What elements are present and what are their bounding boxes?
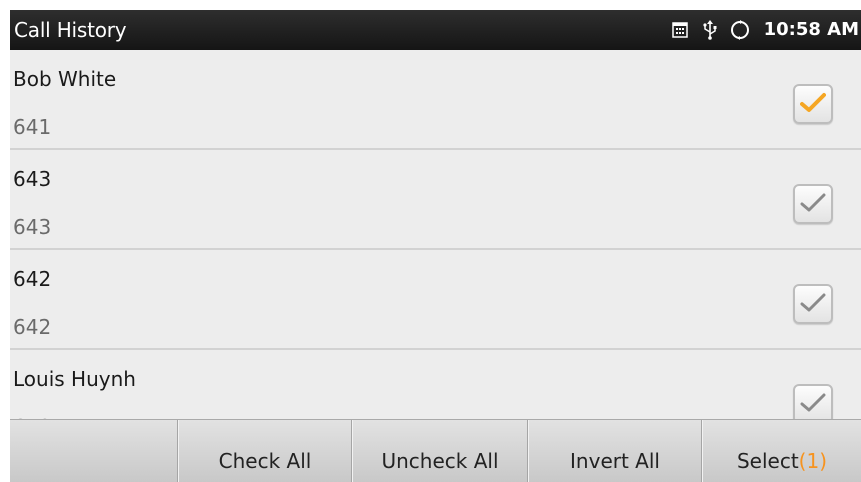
caller-name: 642 xyxy=(13,267,52,291)
checkbox-unchecked[interactable] xyxy=(793,384,833,419)
select-button[interactable]: Select (1) xyxy=(702,420,861,482)
checkmark-icon xyxy=(800,293,826,312)
check-all-button[interactable]: Check All xyxy=(178,420,352,482)
status-bar: Call History 10:58 AM xyxy=(10,10,861,50)
caller-name: Louis Huynh xyxy=(13,367,136,391)
list-item[interactable]: 643 643 xyxy=(10,150,861,250)
usb-icon xyxy=(700,20,720,40)
caller-name: Bob White xyxy=(13,67,117,91)
checkbox-checked[interactable] xyxy=(793,84,833,124)
status-icons: 10:58 AM xyxy=(660,10,861,50)
checkmark-icon xyxy=(800,193,826,212)
calendar-icon xyxy=(670,20,690,40)
sync-icon xyxy=(730,20,750,40)
selected-count: (1) xyxy=(798,448,828,473)
checkmark-icon xyxy=(800,93,826,112)
caller-number: 642 xyxy=(13,315,52,339)
list-item[interactable]: 642 642 xyxy=(10,250,861,350)
call-history-screen: Call History 10:58 AM Bob White 641 643 … xyxy=(10,10,861,482)
invert-all-button[interactable]: Invert All xyxy=(528,420,702,482)
screen-title: Call History xyxy=(14,18,127,42)
blank-button[interactable] xyxy=(10,420,178,482)
clock: 10:58 AM xyxy=(763,19,859,40)
call-list[interactable]: Bob White 641 643 643 642 642 Louis Huyn… xyxy=(10,50,861,419)
list-item[interactable]: Bob White 641 xyxy=(10,50,861,150)
caller-name: 643 xyxy=(13,167,52,191)
select-label: Select xyxy=(736,448,799,473)
checkmark-icon xyxy=(800,393,826,412)
checkbox-unchecked[interactable] xyxy=(793,284,833,324)
action-bar: Check All Uncheck All Invert All Select(… xyxy=(10,419,861,482)
uncheck-all-button[interactable]: Uncheck All xyxy=(352,420,528,482)
list-item[interactable]: Louis Huynh 640 xyxy=(10,350,861,419)
checkbox-unchecked[interactable] xyxy=(793,184,833,224)
caller-number: 641 xyxy=(13,115,52,139)
caller-number: 643 xyxy=(13,215,52,239)
